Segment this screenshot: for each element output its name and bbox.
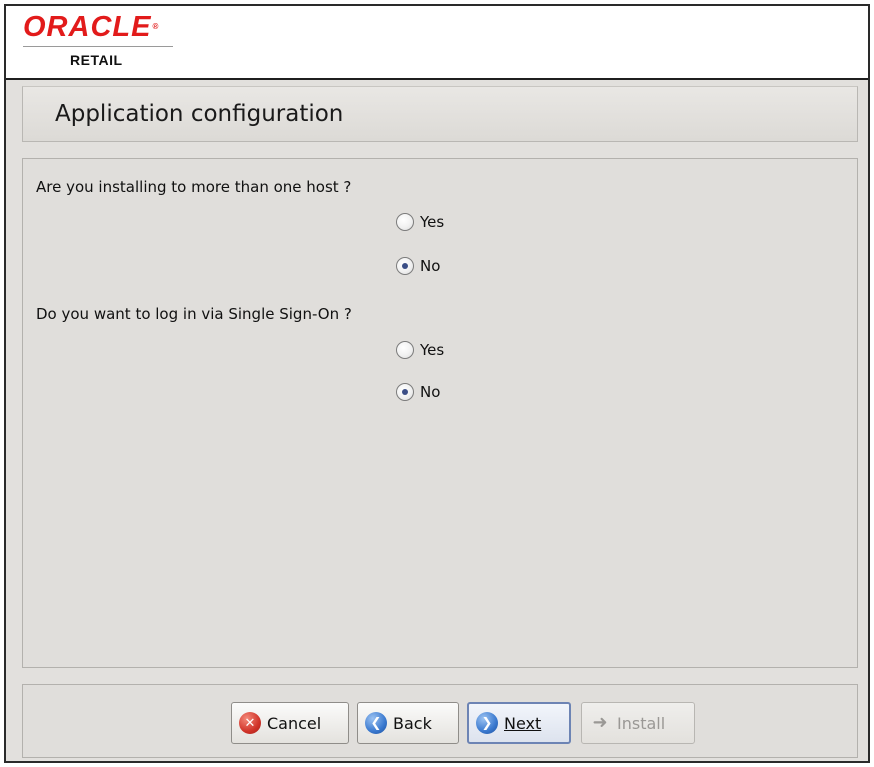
radio-option-sso-yes[interactable]: Yes bbox=[396, 339, 444, 361]
radio-button-checked[interactable] bbox=[396, 383, 414, 401]
next-button-label: Next bbox=[504, 713, 542, 733]
back-button-label: Back bbox=[393, 713, 432, 733]
radio-button[interactable] bbox=[396, 213, 414, 231]
logo-text: ORACLE bbox=[23, 11, 152, 43]
radio-label: Yes bbox=[420, 213, 445, 231]
back-button[interactable]: ❮ Back bbox=[357, 702, 459, 744]
logo-subtext: RETAIL bbox=[70, 52, 123, 68]
question-multiple-hosts: Are you installing to more than one host… bbox=[36, 178, 352, 196]
logo-divider bbox=[23, 46, 173, 47]
cancel-button[interactable]: ✕ Cancel bbox=[231, 702, 349, 744]
content-panel: Are you installing to more than one host… bbox=[22, 158, 858, 668]
radio-option-sso-no[interactable]: No bbox=[396, 381, 440, 403]
back-arrow-icon: ❮ bbox=[365, 712, 387, 734]
question-single-sign-on: Do you want to log in via Single Sign-On… bbox=[36, 305, 352, 323]
brand-header: ORACLE® RETAIL bbox=[6, 6, 868, 80]
install-arrow-icon: ➜ bbox=[592, 712, 608, 733]
oracle-logo: ORACLE® bbox=[23, 10, 159, 44]
title-panel: Application configuration bbox=[22, 86, 858, 142]
radio-option-multiple-hosts-yes[interactable]: Yes bbox=[396, 211, 444, 233]
trademark-mark: ® bbox=[152, 22, 160, 31]
radio-label: Yes bbox=[420, 341, 445, 359]
next-arrow-icon: ❯ bbox=[476, 712, 498, 734]
radio-label: No bbox=[420, 257, 441, 275]
install-button[interactable]: ➜ Install bbox=[581, 702, 695, 744]
cancel-button-label: Cancel bbox=[267, 713, 322, 733]
button-bar: ✕ Cancel ❮ Back ❯ Next ➜ Install bbox=[22, 684, 858, 758]
install-button-label: Install bbox=[617, 713, 666, 733]
next-button[interactable]: ❯ Next bbox=[467, 702, 571, 744]
radio-button-checked[interactable] bbox=[396, 257, 414, 275]
installer-window: ORACLE® RETAIL Application configuration… bbox=[4, 4, 870, 763]
radio-label: No bbox=[420, 383, 441, 401]
cancel-icon: ✕ bbox=[239, 712, 261, 734]
radio-button[interactable] bbox=[396, 341, 414, 359]
radio-option-multiple-hosts-no[interactable]: No bbox=[396, 255, 440, 277]
page-title: Application configuration bbox=[55, 101, 344, 127]
